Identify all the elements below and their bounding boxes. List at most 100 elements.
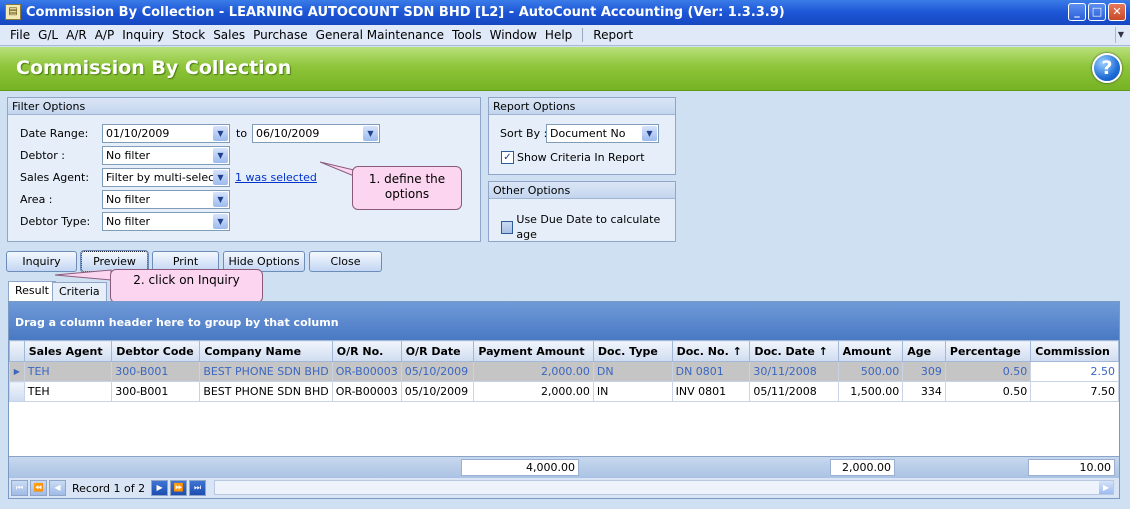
menu-overflow-icon[interactable]: ▼ [1115, 27, 1126, 43]
col-debtor-code[interactable]: Debtor Code [111, 340, 201, 362]
sales-agent-selected-link[interactable]: 1 was selected [235, 168, 317, 187]
cell[interactable]: INV 0801 [671, 381, 751, 402]
debtor-select[interactable]: No filter ▼ [102, 146, 230, 165]
first-record-icon[interactable]: ⏮ [11, 480, 28, 496]
col-doc-date[interactable]: Doc. Date ↑ [749, 340, 839, 362]
cell[interactable]: TEH [23, 381, 113, 402]
col-company-name[interactable]: Company Name [199, 340, 333, 362]
col-percentage[interactable]: Percentage [944, 340, 1032, 362]
tab-result[interactable]: Result [8, 281, 56, 302]
cell[interactable]: 0.50 [944, 361, 1032, 382]
scroll-right-icon[interactable]: ▶ [1099, 481, 1113, 494]
sort-by-value: Document No [550, 127, 626, 140]
cell[interactable]: 05/11/2008 [749, 381, 839, 402]
minimize-icon[interactable]: _ [1068, 3, 1086, 21]
table-row[interactable]: ▶ TEH 300-B001 BEST PHONE SDN BHD OR-B00… [9, 361, 1119, 382]
cell[interactable]: 309 [902, 361, 946, 382]
menu-ap[interactable]: A/P [91, 25, 119, 45]
cell[interactable]: IN [592, 381, 673, 402]
menu-ar[interactable]: A/R [62, 25, 91, 45]
sales-agent-select[interactable]: Filter by multi-select ▼ [102, 168, 230, 187]
cell[interactable]: 05/10/2009 [400, 381, 475, 402]
col-or-date[interactable]: O/R Date [400, 340, 475, 362]
group-by-panel[interactable]: Drag a column header here to group by th… [9, 302, 1119, 340]
col-doc-type[interactable]: Doc. Type [592, 340, 673, 362]
show-criteria-checkbox[interactable]: ✓ Show Criteria In Report [501, 150, 645, 165]
last-record-icon[interactable]: ⏭ [189, 480, 207, 496]
debtor-type-label: Debtor Type: [20, 215, 91, 228]
cell[interactable]: OR-B00003 [331, 381, 402, 402]
debtor-type-select[interactable]: No filter ▼ [102, 212, 230, 231]
menu-window[interactable]: Window [486, 25, 541, 45]
cell[interactable]: TEH [23, 361, 113, 382]
date-from-field[interactable]: 01/10/2009 ▼ [102, 124, 230, 143]
callout-define-options: 1. define the options [352, 166, 462, 210]
cell[interactable]: 334 [902, 381, 946, 402]
col-payment-amount[interactable]: Payment Amount [473, 340, 594, 362]
prev-record-icon[interactable]: ◀ [49, 480, 66, 496]
maximize-icon[interactable]: □ [1088, 3, 1106, 21]
chevron-down-icon[interactable]: ▼ [213, 126, 228, 141]
chevron-down-icon[interactable]: ▼ [363, 126, 378, 141]
cell[interactable]: 7.50 [1030, 381, 1119, 402]
result-table: Sales Agent Debtor Code Company Name O/R… [9, 340, 1119, 402]
cell[interactable]: 2,000.00 [473, 361, 594, 382]
menu-stock[interactable]: Stock [168, 25, 209, 45]
next-page-icon[interactable]: ⏩ [170, 480, 188, 496]
cell[interactable]: 05/10/2009 [400, 361, 475, 382]
cell[interactable]: BEST PHONE SDN BHD [199, 361, 333, 382]
close-icon[interactable]: ✕ [1108, 3, 1126, 21]
cell[interactable]: DN [592, 361, 673, 382]
col-doc-no[interactable]: Doc. No. ↑ [671, 340, 751, 362]
cell[interactable]: 300-B001 [111, 381, 201, 402]
cell[interactable]: 1,500.00 [837, 381, 904, 402]
col-sales-agent[interactable]: Sales Agent [23, 340, 113, 362]
menu-inquiry[interactable]: Inquiry [118, 25, 168, 45]
menu-general-maintenance[interactable]: General Maintenance [312, 25, 448, 45]
chevron-down-icon[interactable]: ▼ [213, 148, 228, 163]
cell[interactable]: 0.50 [944, 381, 1032, 402]
table-row[interactable]: TEH 300-B001 BEST PHONE SDN BHD OR-B0000… [9, 381, 1119, 402]
report-options-group: Report Options Sort By : Document No ▼ ✓… [488, 97, 676, 175]
sort-ascending-icon: ↑ [732, 344, 742, 358]
col-commission[interactable]: Commission [1030, 340, 1119, 362]
show-criteria-label: Show Criteria In Report [517, 151, 645, 164]
sort-by-select[interactable]: Document No ▼ [546, 124, 659, 143]
checkbox-checked-icon[interactable]: ✓ [501, 151, 514, 164]
tab-criteria[interactable]: Criteria [52, 282, 107, 302]
page-header: Commission By Collection ? [0, 47, 1130, 91]
menu-tools[interactable]: Tools [448, 25, 486, 45]
close-button[interactable]: Close [309, 251, 382, 272]
chevron-down-icon[interactable]: ▼ [213, 214, 228, 229]
menu-help[interactable]: Help [541, 25, 576, 45]
col-age[interactable]: Age [902, 340, 946, 362]
cell[interactable]: 2.50 [1030, 361, 1119, 382]
chevron-down-icon[interactable]: ▼ [642, 126, 657, 141]
cell[interactable]: 30/11/2008 [749, 361, 839, 382]
prev-page-icon[interactable]: ⏪ [30, 480, 47, 496]
menu-purchase[interactable]: Purchase [249, 25, 312, 45]
col-amount[interactable]: Amount [837, 340, 904, 362]
cell[interactable]: OR-B00003 [331, 361, 402, 382]
menu-file[interactable]: File [6, 25, 34, 45]
area-label: Area : [20, 193, 53, 206]
cell[interactable]: 2,000.00 [473, 381, 594, 402]
date-to-field[interactable]: 06/10/2009 ▼ [252, 124, 380, 143]
menu-sales[interactable]: Sales [209, 25, 249, 45]
use-due-date-checkbox[interactable]: Use Due Date to calculate age [501, 212, 675, 242]
cell[interactable]: 500.00 [837, 361, 904, 382]
app-icon[interactable]: ▤ [5, 4, 21, 20]
help-icon[interactable]: ? [1092, 53, 1122, 83]
cell[interactable]: 300-B001 [111, 361, 201, 382]
cell[interactable]: DN 0801 [671, 361, 751, 382]
next-record-icon[interactable]: ▶ [151, 480, 169, 496]
menu-report[interactable]: Report [589, 25, 637, 45]
col-or-no[interactable]: O/R No. [331, 340, 402, 362]
menu-gl[interactable]: G/L [34, 25, 62, 45]
chevron-down-icon[interactable]: ▼ [213, 170, 228, 185]
horizontal-scrollbar[interactable]: ▶ [214, 480, 1114, 495]
area-select[interactable]: No filter ▼ [102, 190, 230, 209]
checkbox-unchecked-icon[interactable] [501, 220, 514, 234]
cell[interactable]: BEST PHONE SDN BHD [199, 381, 333, 402]
chevron-down-icon[interactable]: ▼ [213, 192, 228, 207]
